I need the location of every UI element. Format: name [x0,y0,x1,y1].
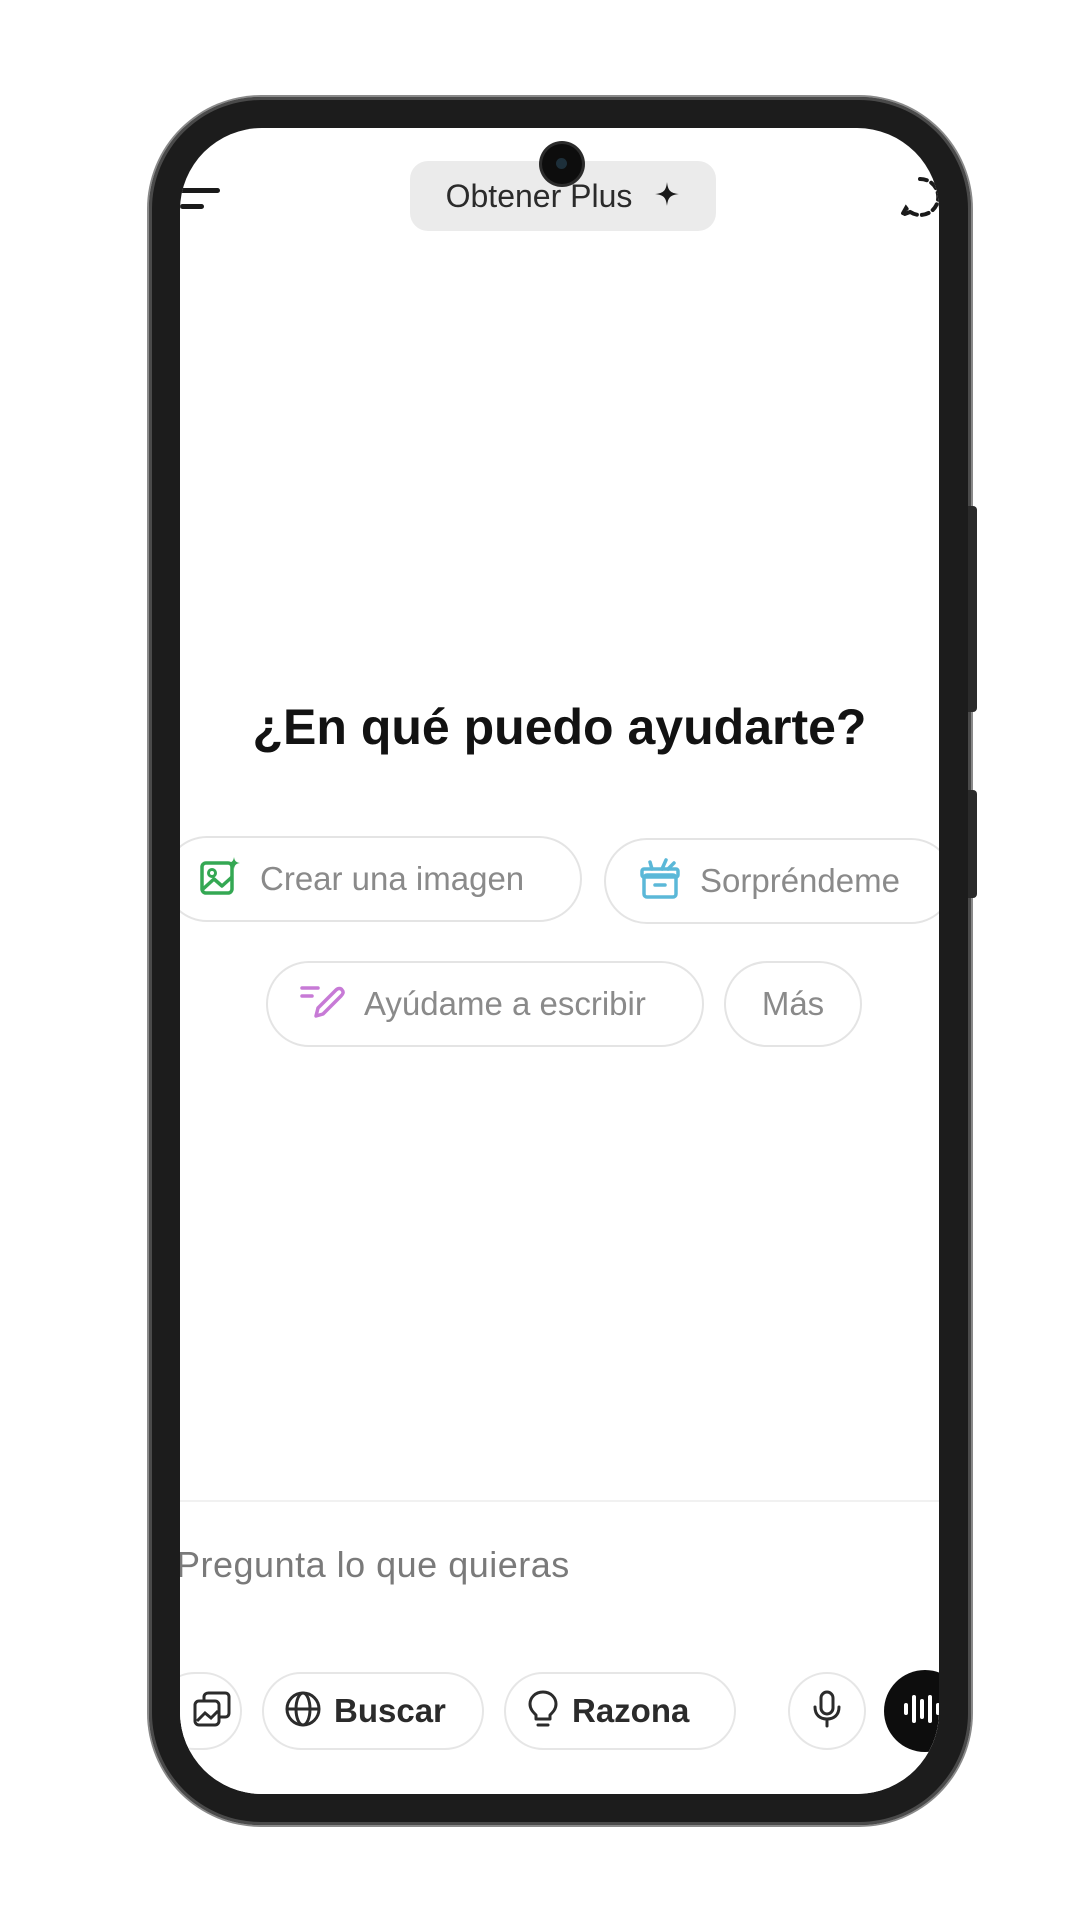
voice-waveform-icon [902,1691,939,1732]
sparkle-icon [654,181,680,212]
suggestion-surprise-me[interactable]: Sorpréndeme [604,838,939,924]
suggestion-create-image[interactable]: Crear una imagen [180,836,582,922]
reason-button[interactable]: Razona [504,1672,736,1750]
attach-images-button[interactable] [180,1672,242,1750]
suggestion-help-me-write[interactable]: Ayúdame a escribir [266,961,704,1047]
suggestion-label: Crear una imagen [260,860,525,897]
message-input[interactable]: Pregunta lo que quieras [180,1544,570,1586]
front-camera [542,144,582,184]
page-title: ¿En qué puedo ayudarte? [252,699,867,755]
power-button [968,790,977,898]
menu-icon[interactable] [180,178,228,218]
lightbulb-icon [526,1689,560,1734]
volume-button [968,506,977,712]
temporary-chat-icon[interactable] [897,175,939,219]
suggestion-label: Más [761,985,825,1022]
mic-icon [812,1690,842,1733]
gift-icon [638,857,682,906]
images-icon [192,1689,232,1734]
dictation-button[interactable] [788,1672,866,1750]
app-screen: Obtener Plus ¿En qué puedo ayudarte? Cre… [180,128,939,1794]
reason-label: Razona [572,1692,690,1729]
image-sparkle-icon [198,855,242,904]
globe-icon [284,1690,322,1733]
get-plus-label: Obtener Plus [445,177,633,214]
page: Obtener Plus ¿En qué puedo ayudarte? Cre… [0,0,1080,1920]
pen-lines-icon [300,982,346,1027]
search-label: Buscar [334,1692,446,1729]
suggestion-label: Ayúdame a escribir [364,985,646,1022]
suggestion-label: Sorpréndeme [700,862,900,899]
voice-mode-button[interactable] [884,1670,939,1752]
composer: Pregunta lo que quieras Buscar Razona [180,1500,939,1794]
search-button[interactable]: Buscar [262,1672,484,1750]
suggestion-more[interactable]: Más [724,961,862,1047]
